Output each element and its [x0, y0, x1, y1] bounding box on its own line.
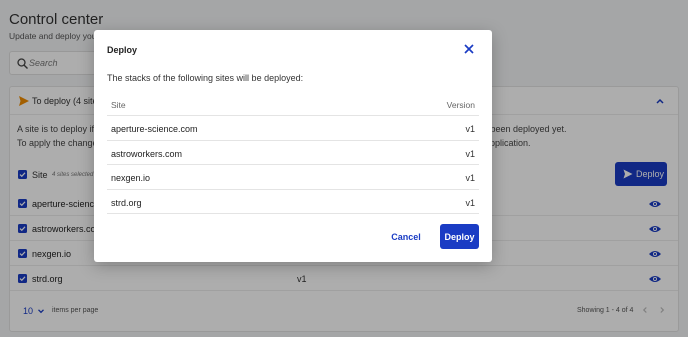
- site-cell: strd.org: [111, 197, 142, 208]
- site-cell: astroworkers.com: [111, 148, 183, 159]
- dialog-description: The stacks of the following sites will b…: [107, 73, 304, 83]
- version-cell: v1: [465, 197, 475, 208]
- table-header: Site Version: [107, 92, 479, 116]
- site-cell: aperture-science.com: [111, 124, 198, 134]
- close-icon[interactable]: [463, 43, 475, 55]
- site-cell: nexgen.io: [111, 173, 151, 183]
- version-cell: v1: [465, 124, 475, 134]
- dialog-title: Deploy: [107, 45, 138, 55]
- version-cell: v1: [465, 173, 475, 183]
- column-header-site: Site: [111, 100, 126, 110]
- table-row: nexgen.io v1: [107, 165, 479, 190]
- cancel-button[interactable]: Cancel: [386, 225, 426, 249]
- table-row: strd.org v1: [107, 190, 479, 214]
- deploy-dialog: Deploy The stacks of the following sites…: [94, 30, 492, 262]
- table-row: astroworkers.com v1: [107, 141, 479, 165]
- column-header-version: Version: [446, 100, 475, 110]
- version-cell: v1: [465, 148, 475, 159]
- deploy-button[interactable]: Deploy: [440, 224, 479, 249]
- table-row: aperture-science.com v1: [107, 116, 479, 141]
